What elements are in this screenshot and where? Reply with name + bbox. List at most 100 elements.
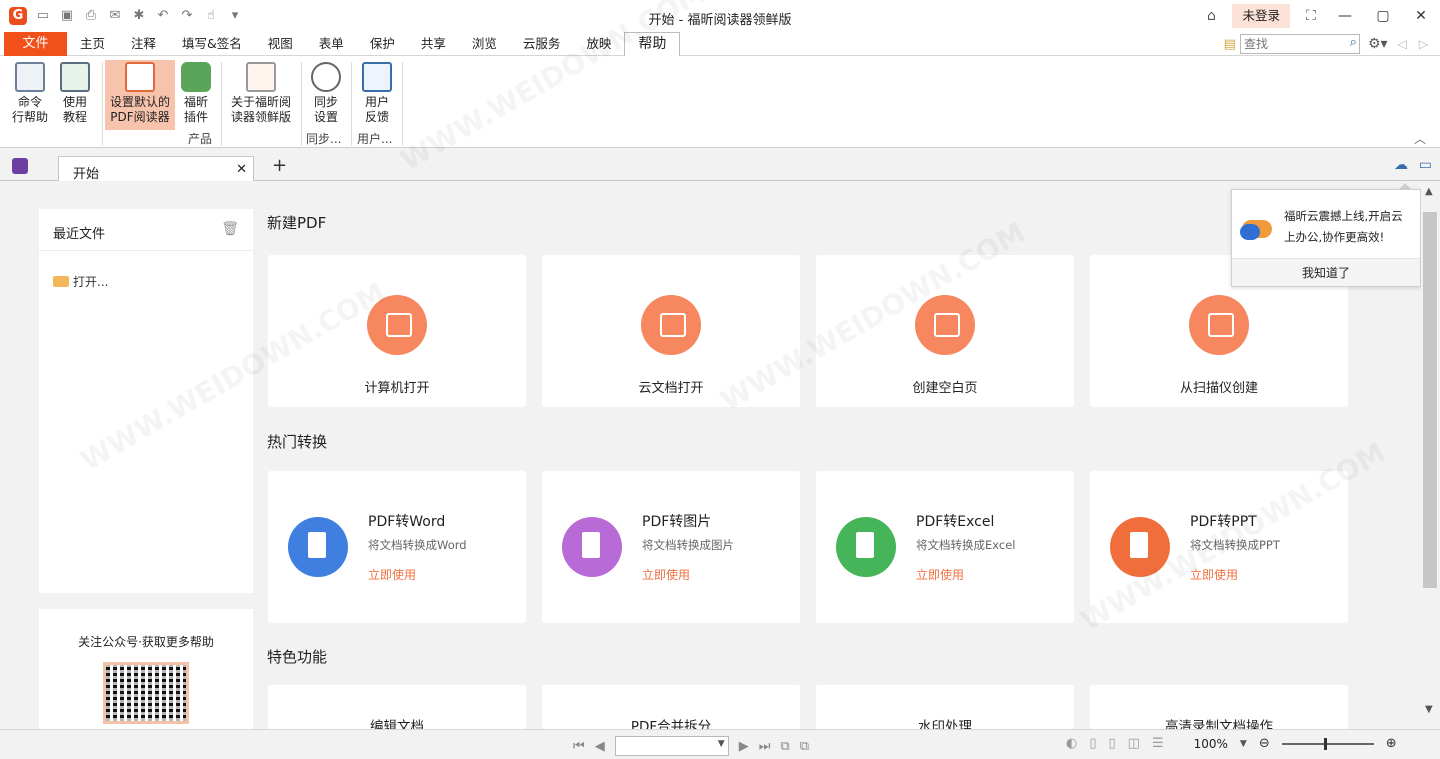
tab-cloud[interactable]: 云服务 bbox=[510, 32, 574, 56]
user-feedback-button[interactable]: 用户 反馈 bbox=[358, 60, 396, 130]
page-navigation: ⏮ ◀ ▼ ▶ ⏭ ⧉ ⧉ bbox=[573, 736, 809, 756]
card-create-blank[interactable]: 创建空白页 bbox=[816, 255, 1074, 407]
cloud-icon bbox=[641, 295, 701, 355]
facing-page-icon[interactable]: ◫ bbox=[1128, 736, 1140, 751]
set-default-reader-button[interactable]: 设置默认的 PDF阅读器 bbox=[105, 60, 175, 130]
continuous-facing-icon[interactable]: ☰ bbox=[1152, 736, 1164, 751]
ribbon-tabs: 主页 注释 填写&签名 视图 表单 保护 共享 浏览 云服务 放映 帮助 bbox=[67, 32, 681, 57]
search-input[interactable] bbox=[1240, 35, 1339, 53]
about-foxit-button[interactable]: 关于福昕阅 读器领鲜版 bbox=[227, 60, 295, 130]
card-watermark[interactable]: 水印处理 bbox=[816, 685, 1074, 729]
card-pdf-to-image[interactable]: PDF转图片 将文档转换成图片 立即使用 bbox=[542, 471, 800, 623]
tab-protect[interactable]: 保护 bbox=[357, 32, 408, 56]
collapse-ribbon-icon[interactable]: ︿ bbox=[1414, 130, 1426, 147]
first-page-icon[interactable]: ⏮ bbox=[573, 739, 585, 754]
use-now-link[interactable]: 立即使用 bbox=[642, 566, 690, 583]
login-button[interactable]: 未登录 bbox=[1232, 4, 1290, 28]
section-title-new-pdf: 新建PDF bbox=[267, 214, 327, 232]
tab-view[interactable]: 视图 bbox=[255, 32, 306, 56]
gear-icon[interactable]: ⚙▾ bbox=[1368, 36, 1388, 52]
foxit-cloud-icon bbox=[1240, 220, 1272, 240]
prev-view-icon[interactable]: ⧉ bbox=[780, 739, 789, 754]
single-page-icon[interactable]: ▯ bbox=[1089, 736, 1096, 751]
scroll-up-icon[interactable]: ▲ bbox=[1425, 186, 1433, 197]
qr-code-icon bbox=[103, 662, 189, 724]
image-icon bbox=[562, 517, 622, 577]
tab-start[interactable]: 开始 ✕ bbox=[58, 156, 254, 182]
title-bar: G ▭ ▣ ⎙ ✉ ✱ ↶ ↷ ☝ ▾ 开始 - 福昕阅读器领鲜版 ⌂ 未登录 … bbox=[0, 0, 1440, 32]
zoom-value[interactable]: 100% bbox=[1194, 737, 1228, 751]
zoom-chevron-icon[interactable]: ▼ bbox=[1240, 739, 1247, 749]
folder-search-icon[interactable]: ▤ bbox=[1224, 37, 1236, 52]
page-number-input[interactable]: ▼ bbox=[614, 736, 729, 756]
prev-page-icon[interactable]: ◀ bbox=[595, 739, 605, 754]
card-open-cloud[interactable]: 云文档打开 bbox=[542, 255, 800, 407]
shirt-skin-icon[interactable]: ⌂ bbox=[1196, 8, 1226, 24]
card-open-computer[interactable]: 计算机打开 bbox=[268, 255, 526, 407]
rotate-icon[interactable]: ◐ bbox=[1066, 736, 1077, 751]
next-arrow-icon[interactable]: ▷ bbox=[1419, 37, 1428, 51]
maximize-button[interactable]: ▢ bbox=[1364, 8, 1402, 24]
command-line-help-button[interactable]: 命令 行帮助 bbox=[10, 60, 50, 130]
zoom-out-icon[interactable]: ⊖ bbox=[1259, 736, 1270, 751]
fullscreen-icon[interactable]: ⛶ bbox=[1296, 8, 1326, 24]
close-tab-icon[interactable]: ✕ bbox=[236, 162, 247, 177]
cloud-status-icon[interactable]: ☁ bbox=[1394, 157, 1408, 173]
search-box: ⌕ bbox=[1239, 34, 1360, 54]
computer-icon bbox=[367, 295, 427, 355]
card-pdf-to-excel[interactable]: PDF转Excel 将文档转换成Excel 立即使用 bbox=[816, 471, 1074, 623]
group-label-product: 产品 bbox=[188, 132, 213, 146]
open-file-link[interactable]: 打开... bbox=[39, 251, 253, 290]
ribbon-panel: 命令 行帮助 使用 教程 设置默认的 PDF阅读器 福昕 插件 产品 关于福昕阅… bbox=[0, 56, 1440, 148]
zoom-in-icon[interactable]: ⊕ bbox=[1386, 736, 1397, 751]
tab-help[interactable]: 帮助 bbox=[624, 32, 681, 57]
qr-title: 关注公众号·获取更多帮助 bbox=[78, 635, 214, 649]
card-edit-document[interactable]: 编辑文档 bbox=[268, 685, 526, 729]
next-view-icon[interactable]: ⧉ bbox=[800, 739, 809, 754]
tutorial-button[interactable]: 使用 教程 bbox=[56, 60, 94, 130]
default-reader-icon bbox=[125, 62, 155, 92]
add-tab-button[interactable]: + bbox=[272, 155, 287, 176]
card-pdf-to-word[interactable]: PDF转Word 将文档转换成Word 立即使用 bbox=[268, 471, 526, 623]
card-hd-record[interactable]: 高清录制文档操作 bbox=[1090, 685, 1348, 729]
ppt-icon bbox=[1110, 517, 1170, 577]
cloud-promo-popup: 福昕云震撼上线,开启云上办公,协作更高效! 我知道了 bbox=[1231, 189, 1421, 287]
tab-comment[interactable]: 注释 bbox=[118, 32, 169, 56]
sync-settings-button[interactable]: 同步 设置 bbox=[308, 60, 344, 130]
use-now-link[interactable]: 立即使用 bbox=[368, 566, 416, 583]
last-page-icon[interactable]: ⏭ bbox=[759, 739, 771, 754]
card-pdf-merge-split[interactable]: PDF合并拆分 bbox=[542, 685, 800, 729]
scroll-down-icon[interactable]: ▼ bbox=[1425, 704, 1433, 715]
use-now-link[interactable]: 立即使用 bbox=[916, 566, 964, 583]
plugins-button[interactable]: 福昕 插件 bbox=[178, 60, 214, 130]
chevron-down-icon[interactable]: ▼ bbox=[718, 739, 725, 749]
file-menu-button[interactable]: 文件 bbox=[4, 32, 67, 56]
card-pdf-to-ppt[interactable]: PDF转PPT 将文档转换成PPT 立即使用 bbox=[1090, 471, 1348, 623]
message-icon[interactable]: ▭ bbox=[1419, 157, 1432, 173]
tab-form[interactable]: 表单 bbox=[306, 32, 357, 56]
tab-browse[interactable]: 浏览 bbox=[459, 32, 510, 56]
scroll-thumb[interactable] bbox=[1423, 212, 1437, 588]
use-now-link[interactable]: 立即使用 bbox=[1190, 566, 1238, 583]
tab-fill-sign[interactable]: 填写&签名 bbox=[169, 32, 255, 56]
qr-panel: 关注公众号·获取更多帮助 bbox=[39, 609, 253, 729]
foxit-doc-icon[interactable] bbox=[12, 158, 28, 174]
ribbon-separator bbox=[102, 62, 103, 146]
continuous-page-icon[interactable]: ▯ bbox=[1109, 736, 1116, 751]
tab-home[interactable]: 主页 bbox=[67, 32, 118, 56]
trash-icon[interactable]: 🗑 bbox=[221, 221, 239, 237]
search-area: ▤ ⌕ ⚙▾ ◁ ▷ bbox=[1224, 32, 1440, 56]
close-button[interactable]: ✕ bbox=[1402, 8, 1440, 24]
word-icon bbox=[288, 517, 348, 577]
tab-slideshow[interactable]: 放映 bbox=[573, 32, 624, 56]
group-label-user: 用户... bbox=[357, 132, 393, 146]
search-icon[interactable]: ⌕ bbox=[1350, 35, 1357, 50]
prev-arrow-icon[interactable]: ◁ bbox=[1398, 37, 1407, 51]
next-page-icon[interactable]: ▶ bbox=[739, 739, 749, 754]
tab-share[interactable]: 共享 bbox=[408, 32, 459, 56]
minimize-button[interactable]: — bbox=[1326, 8, 1364, 24]
vertical-scrollbar[interactable]: ▲ ▼ bbox=[1421, 182, 1440, 729]
zoom-slider[interactable] bbox=[1281, 737, 1374, 750]
got-it-button[interactable]: 我知道了 bbox=[1232, 258, 1420, 286]
command-line-icon bbox=[15, 62, 45, 92]
